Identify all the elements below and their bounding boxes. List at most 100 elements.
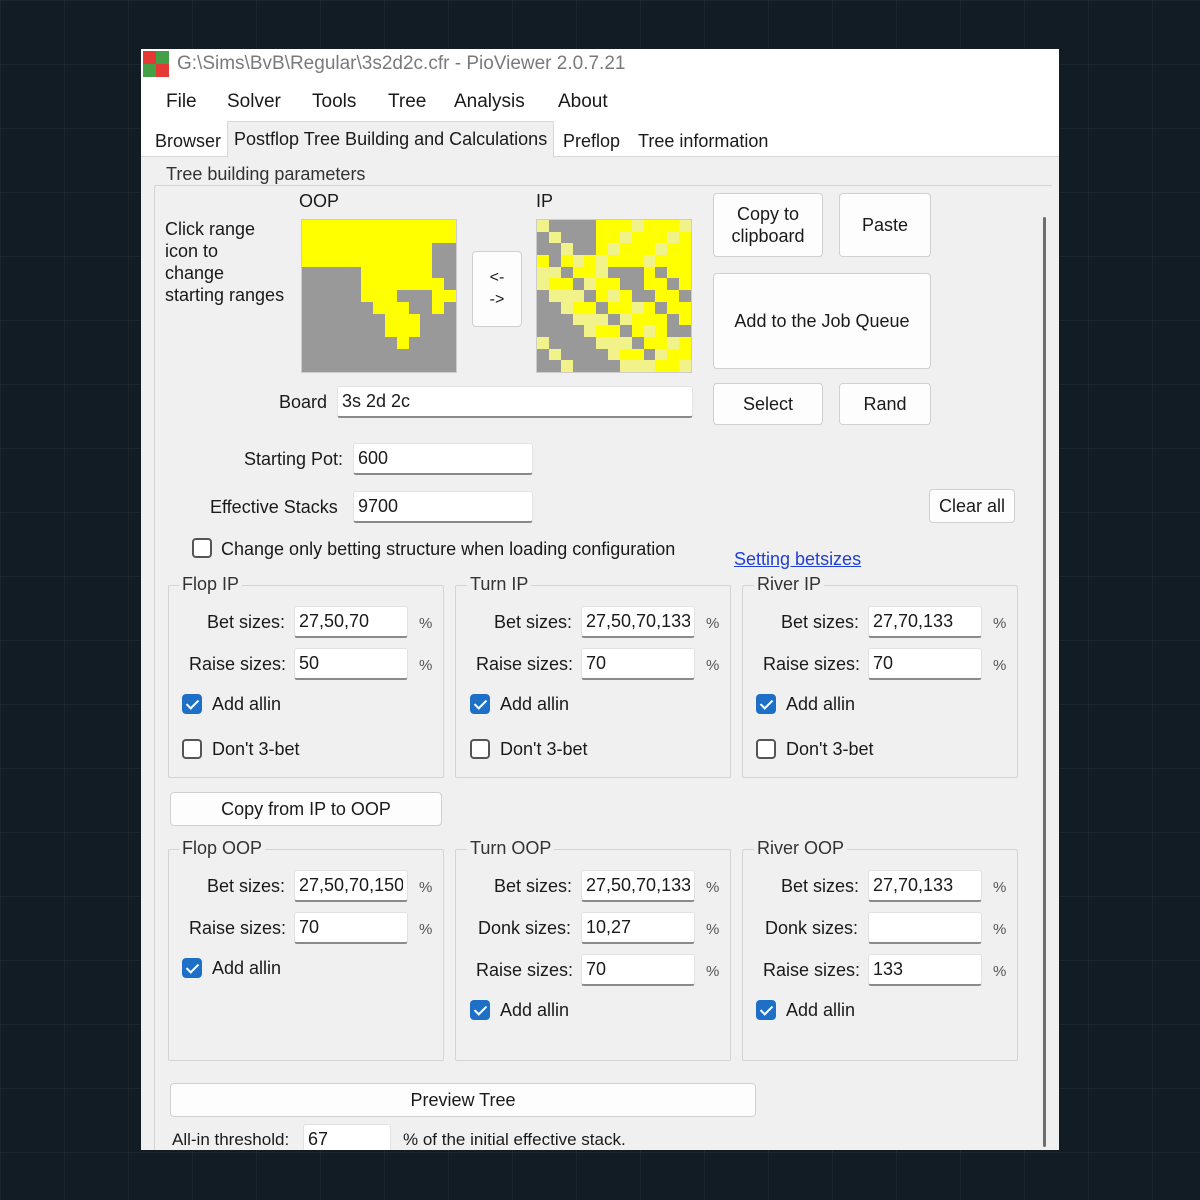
flop-oop-bet-input[interactable]: [294, 870, 408, 902]
flop-oop-bet-label: Bet sizes:: [207, 876, 286, 896]
flop-oop-raise-input[interactable]: [294, 912, 408, 944]
percent-sign: %: [993, 615, 1007, 632]
tab-preflop[interactable]: Preflop: [557, 127, 626, 157]
river-oop-raise-input[interactable]: [868, 954, 982, 986]
random-board-button[interactable]: Rand: [839, 383, 931, 425]
change-only-betting-checkbox[interactable]: [192, 538, 212, 558]
oop-label: OOP: [299, 191, 340, 211]
flop-ip-raise-input[interactable]: [294, 648, 408, 680]
river-oop-donk-input[interactable]: [868, 912, 982, 944]
menu-about[interactable]: About: [558, 91, 608, 113]
turn-oop-donk-label: Donk sizes:: [478, 918, 572, 938]
river-oop-bet-label: Bet sizes:: [781, 876, 860, 896]
effective-stacks-input[interactable]: [353, 491, 533, 523]
flop-ip-title: Flop IP: [179, 574, 243, 595]
range-hint: Click range icon to change starting rang…: [165, 219, 285, 305]
river-oop-bet-input[interactable]: [868, 870, 982, 902]
turn-oop-bet-input[interactable]: [581, 870, 695, 902]
flop-ip-dont3bet-label: Don't 3-bet: [212, 739, 300, 759]
swap-ranges-button[interactable]: <- ->: [472, 251, 522, 327]
river-ip-bet-input[interactable]: [868, 606, 982, 638]
tab-postflop[interactable]: Postflop Tree Building and Calculations: [227, 121, 555, 158]
flop-ip-allin-checkbox[interactable]: [182, 694, 202, 714]
tree-params-title: Tree building parameters: [163, 164, 369, 185]
river-oop-title: River OOP: [754, 838, 848, 859]
percent-sign: %: [419, 921, 433, 938]
ip-range-icon[interactable]: [536, 219, 692, 373]
turn-ip-raise-input[interactable]: [581, 648, 695, 680]
percent-sign: %: [993, 963, 1007, 980]
flop-ip-dont3bet-checkbox[interactable]: [182, 739, 202, 759]
scrollbar-thumb[interactable]: [1043, 217, 1046, 1147]
board-input[interactable]: [337, 386, 693, 418]
turn-ip-bet-input[interactable]: [581, 606, 695, 638]
tab-tree-information[interactable]: Tree information: [632, 127, 774, 157]
add-to-job-queue-button[interactable]: Add to the Job Queue: [713, 273, 931, 369]
river-ip-bet-label: Bet sizes:: [781, 612, 860, 632]
river-ip-title: River IP: [754, 574, 825, 595]
menu-analysis[interactable]: Analysis: [454, 91, 525, 113]
allin-threshold-label: All-in threshold:: [172, 1130, 290, 1149]
percent-sign: %: [706, 921, 720, 938]
river-oop-allin-label: Add allin: [786, 1000, 856, 1020]
allin-threshold-suffix: % of the initial effective stack.: [403, 1130, 626, 1149]
change-only-betting-label: Change only betting structure when loadi…: [221, 539, 676, 559]
copy-to-clipboard-button[interactable]: Copy to clipboard: [713, 193, 823, 257]
flop-oop-allin-label: Add allin: [212, 958, 282, 978]
menu-tree[interactable]: Tree: [388, 91, 426, 113]
percent-sign: %: [993, 879, 1007, 896]
flop-ip-bet-label: Bet sizes:: [207, 612, 286, 632]
oop-range-icon[interactable]: [301, 219, 457, 373]
river-ip-allin-label: Add allin: [786, 694, 856, 714]
percent-sign: %: [706, 657, 720, 674]
flop-oop-title: Flop OOP: [179, 838, 266, 859]
river-ip-dont3bet-checkbox[interactable]: [756, 739, 776, 759]
copy-ip-to-oop-button[interactable]: Copy from IP to OOP: [170, 792, 442, 826]
turn-ip-raise-label: Raise sizes:: [476, 654, 574, 674]
percent-sign: %: [419, 657, 433, 674]
paste-button[interactable]: Paste: [839, 193, 931, 257]
turn-oop-raise-input[interactable]: [581, 954, 695, 986]
turn-ip-bet-label: Bet sizes:: [494, 612, 573, 632]
allin-threshold-input[interactable]: [303, 1124, 391, 1150]
board-label: Board: [279, 392, 328, 412]
percent-sign: %: [993, 921, 1007, 938]
turn-oop-donk-input[interactable]: [581, 912, 695, 944]
percent-sign: %: [706, 615, 720, 632]
turn-ip-allin-checkbox[interactable]: [470, 694, 490, 714]
turn-ip-dont3bet-label: Don't 3-bet: [500, 739, 588, 759]
percent-sign: %: [419, 879, 433, 896]
river-ip-allin-checkbox[interactable]: [756, 694, 776, 714]
percent-sign: %: [419, 615, 433, 632]
flop-oop-raise-label: Raise sizes:: [189, 918, 287, 938]
turn-ip-allin-label: Add allin: [500, 694, 570, 714]
turn-oop-title: Turn OOP: [467, 838, 555, 859]
select-board-button[interactable]: Select: [713, 383, 823, 425]
starting-pot-label: Starting Pot:: [244, 449, 344, 469]
effective-stacks-label: Effective Stacks: [210, 497, 338, 517]
turn-ip-dont3bet-checkbox[interactable]: [470, 739, 490, 759]
turn-oop-bet-label: Bet sizes:: [494, 876, 573, 896]
river-oop-raise-label: Raise sizes:: [763, 960, 861, 980]
turn-oop-allin-label: Add allin: [500, 1000, 570, 1020]
preview-tree-button[interactable]: Preview Tree: [170, 1083, 756, 1117]
percent-sign: %: [706, 879, 720, 896]
app-icon: [143, 51, 169, 77]
flop-ip-allin-label: Add allin: [212, 694, 282, 714]
menu-file[interactable]: File: [166, 91, 197, 113]
turn-oop-allin-checkbox[interactable]: [470, 1000, 490, 1020]
flop-ip-bet-input[interactable]: [294, 606, 408, 638]
menu-solver[interactable]: Solver: [227, 91, 281, 113]
percent-sign: %: [993, 657, 1007, 674]
tab-browser[interactable]: Browser: [149, 127, 227, 157]
menu-tools[interactable]: Tools: [312, 91, 356, 113]
river-ip-raise-input[interactable]: [868, 648, 982, 680]
setting-betsizes-link[interactable]: Setting betsizes: [734, 549, 861, 570]
river-ip-dont3bet-label: Don't 3-bet: [786, 739, 874, 759]
percent-sign: %: [706, 963, 720, 980]
turn-oop-raise-label: Raise sizes:: [476, 960, 574, 980]
starting-pot-input[interactable]: [353, 443, 533, 475]
flop-oop-allin-checkbox[interactable]: [182, 958, 202, 978]
clear-all-button[interactable]: Clear all: [929, 489, 1015, 523]
river-oop-allin-checkbox[interactable]: [756, 1000, 776, 1020]
